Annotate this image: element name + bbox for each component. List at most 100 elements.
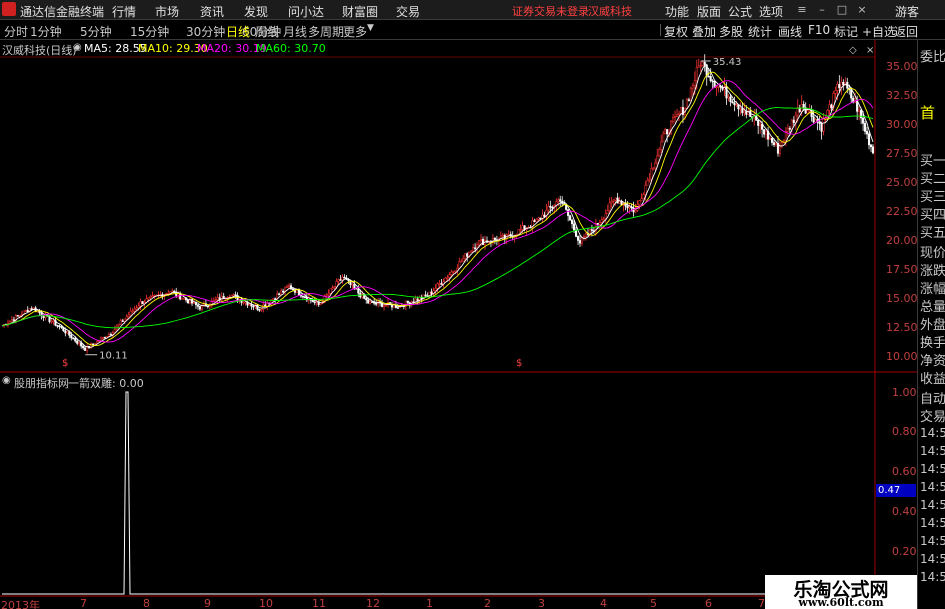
candle-body — [278, 293, 281, 296]
candle-body — [715, 86, 718, 89]
candle-body — [867, 133, 871, 146]
candle-body — [464, 253, 467, 259]
indicator-tick: 0.80 — [892, 425, 917, 438]
price-tick: 22.50 — [886, 205, 918, 218]
candle-body — [147, 297, 150, 300]
candle-body — [677, 113, 681, 116]
candle-body — [869, 144, 873, 148]
price-tick: 30.00 — [886, 118, 918, 131]
candle-body — [76, 340, 79, 344]
candle-body — [691, 85, 694, 89]
candle-body — [739, 108, 742, 110]
candle-body — [664, 129, 667, 135]
candle-body — [519, 229, 522, 231]
candle-body — [672, 117, 675, 122]
candle-body — [582, 236, 586, 238]
candle-body — [788, 127, 791, 130]
side-label: 买一 — [920, 154, 945, 169]
candle-body — [697, 65, 700, 68]
candle-body — [743, 111, 746, 114]
candle-body — [763, 129, 766, 135]
candle-body — [224, 298, 227, 300]
candle-body — [576, 236, 580, 241]
date-tick: 12 — [366, 597, 380, 609]
ma20-line — [1, 80, 874, 343]
indicator-menu-icon[interactable]: ◉ — [2, 375, 11, 386]
candle-body — [369, 301, 372, 304]
candle-body — [559, 199, 562, 202]
candle-body — [165, 293, 168, 295]
price-chart[interactable]: 35.43 10.11 $ $ ◇ × — [0, 0, 945, 609]
candle-body — [384, 304, 388, 307]
candle-body — [757, 120, 760, 126]
candle-body — [365, 298, 368, 301]
candle-body — [248, 304, 251, 306]
indicator-tick: 0.40 — [892, 505, 917, 518]
candle-body — [806, 110, 809, 114]
candle-body — [192, 301, 196, 304]
candle-body — [129, 310, 132, 316]
candle-body — [272, 298, 275, 300]
candle-body — [329, 288, 332, 294]
candle-body — [634, 210, 637, 213]
candle-body — [448, 274, 451, 278]
candle-body — [699, 65, 702, 68]
indicator-tick: 0.20 — [892, 545, 917, 558]
candle-body — [656, 155, 659, 164]
candle-body — [618, 200, 621, 204]
candle-body — [181, 298, 184, 300]
candle-body — [375, 303, 378, 305]
candle-body — [313, 301, 316, 304]
tick-time: 14:55 — [920, 426, 945, 440]
candle-body — [770, 137, 774, 143]
candle-body — [703, 61, 706, 66]
candle-body — [135, 307, 138, 310]
date-tick: 5 — [650, 597, 657, 609]
candle-body — [343, 276, 346, 279]
ma60-line — [1, 107, 874, 329]
candle-body — [834, 90, 837, 94]
candle-body — [139, 301, 142, 307]
indicator-cursor-value: 0.47 — [876, 484, 916, 497]
candle-body — [780, 142, 783, 146]
candle-body — [772, 142, 776, 146]
close-icon: × — [866, 45, 874, 56]
candle-body — [103, 336, 106, 339]
candle-body — [74, 338, 77, 342]
candle-body — [341, 276, 344, 281]
candle-body — [301, 295, 304, 298]
candle-body — [547, 205, 550, 211]
candle-body — [264, 304, 267, 307]
candle-body — [303, 296, 306, 298]
candle-body — [654, 162, 657, 169]
candle-body — [24, 309, 27, 312]
candle-body — [325, 294, 328, 297]
candle-body — [234, 294, 237, 296]
candle-body — [707, 75, 710, 78]
candle-body — [733, 102, 736, 105]
candle-body — [543, 214, 546, 217]
candle-body — [640, 198, 643, 201]
candle-body — [729, 96, 732, 103]
date-tick: 8 — [143, 597, 150, 609]
candle-body — [604, 213, 607, 219]
candle-body — [58, 325, 61, 327]
side-label: 首 — [920, 104, 936, 122]
tick-time: 14:56 — [920, 516, 945, 530]
candle-body — [131, 310, 134, 313]
candle-body — [12, 319, 15, 321]
candle-body — [796, 107, 799, 116]
sell-signal-icon: $ — [62, 358, 68, 369]
candle-body — [84, 347, 87, 351]
candle-body — [862, 117, 865, 124]
candle-body — [717, 85, 720, 88]
candle-body — [741, 108, 744, 114]
candle-body — [466, 253, 469, 257]
candle-body — [711, 80, 714, 83]
candle-body — [474, 247, 477, 249]
candle-body — [127, 314, 130, 317]
candle-body — [183, 297, 186, 300]
candle-body — [99, 337, 103, 341]
candle-body — [280, 290, 283, 295]
candle-body — [16, 315, 19, 317]
